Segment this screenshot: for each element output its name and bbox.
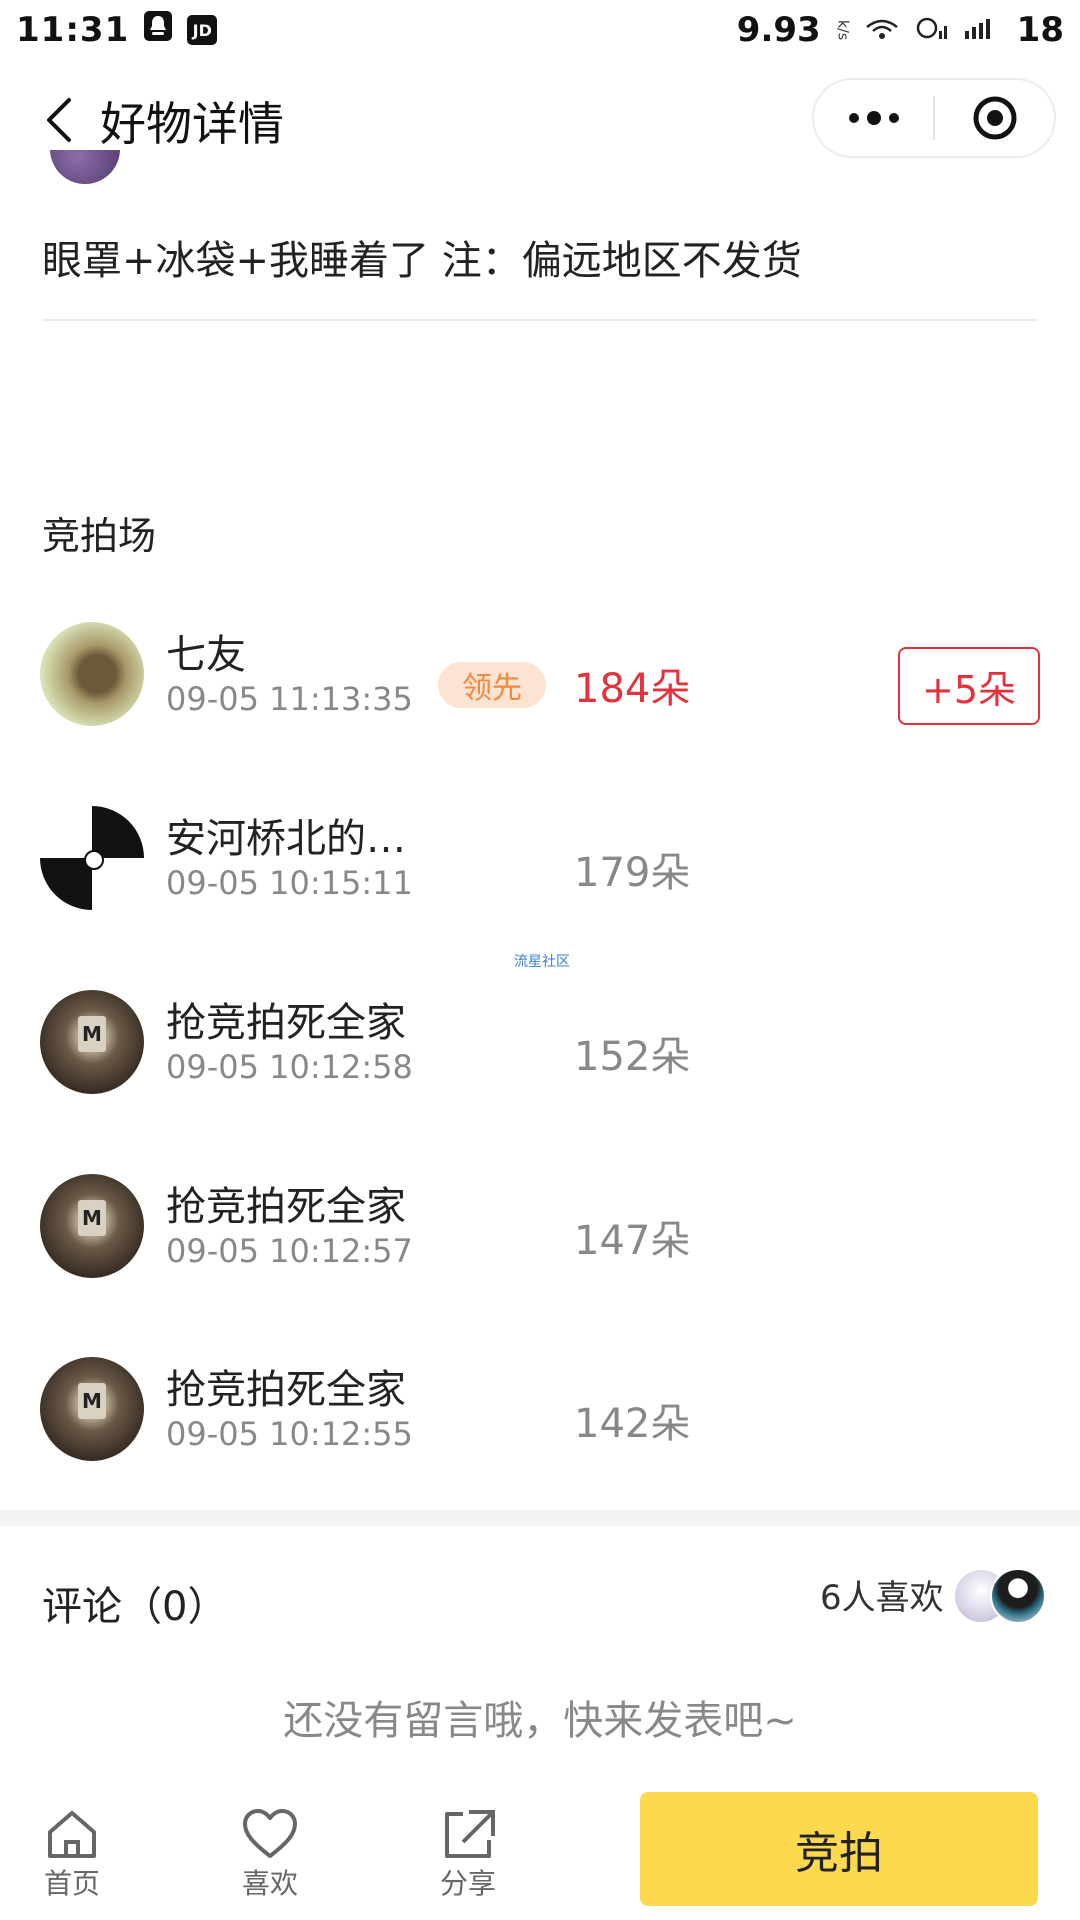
bid-amount: 142朵 (574, 1401, 691, 1447)
target-icon (973, 96, 1016, 140)
bidder-name: 七友 (166, 632, 246, 678)
chevron-left-icon (47, 98, 71, 142)
seller-avatar (50, 150, 120, 184)
status-bar-left: 11:31 JD (16, 10, 218, 51)
lead-badge: 领先 (438, 662, 546, 708)
tab-like-label: 喜欢 (241, 1867, 298, 1900)
liker-avatar[interactable] (990, 1568, 1046, 1624)
product-description: 眼罩+冰袋+我睡着了 注：偏远地区不发货 (42, 238, 802, 284)
wifi-icon (865, 10, 899, 50)
avatar[interactable] (40, 806, 144, 910)
avatar[interactable] (40, 1357, 144, 1461)
miniprogram-capsule (812, 78, 1056, 158)
bidder-name: 抢竞拍死全家 (166, 1184, 406, 1230)
battery-level: 18 (1016, 10, 1064, 50)
comments-title: 评论（0） (42, 1584, 228, 1630)
divider (42, 319, 1038, 321)
bid-amount: 152朵 (574, 1034, 691, 1080)
more-icon (848, 111, 899, 125)
bottom-tab-bar: 首页 喜欢 分享 竞拍 (0, 1790, 1080, 1920)
bid-row: 抢竞拍死全家 09-05 10:12:55 142朵 (0, 1357, 1080, 1467)
tab-home-label: 首页 (43, 1867, 100, 1900)
status-bar: 11:31 JD 9.93 k/s 18 (0, 0, 1080, 60)
bid-time: 09-05 10:12:57 (166, 1232, 413, 1270)
avatar[interactable] (40, 622, 144, 726)
tab-share[interactable]: 分享 (408, 1808, 528, 1908)
back-button[interactable] (30, 92, 86, 148)
watermark: 流星社区 (514, 954, 570, 970)
bid-amount: 179朵 (574, 850, 691, 896)
tab-share-label: 分享 (439, 1867, 496, 1900)
alarm-signal-icon (913, 10, 949, 50)
empty-comments-message: 还没有留言哦，快来发表吧~ (283, 1698, 797, 1744)
bid-button[interactable]: 竞拍 (640, 1792, 1038, 1906)
nav-bar: 好物详情 (0, 70, 1080, 170)
home-icon (48, 1811, 96, 1858)
bid-amount: 147朵 (574, 1218, 691, 1264)
auction-section-title: 竞拍场 (42, 514, 157, 558)
network-speed: 9.93 (736, 10, 821, 50)
bidder-name: 安河桥北的… (166, 816, 406, 862)
bidder-name: 抢竞拍死全家 (166, 1000, 406, 1046)
share-icon (445, 1810, 495, 1858)
network-speed-unit: k/s (834, 19, 851, 41)
avatar[interactable] (40, 990, 144, 1094)
more-button[interactable] (814, 80, 933, 156)
heart-icon (243, 1809, 297, 1858)
bidder-name: 抢竞拍死全家 (166, 1367, 406, 1413)
bid-time: 09-05 10:12:58 (166, 1048, 413, 1086)
status-time: 11:31 (16, 10, 130, 50)
qq-icon (143, 10, 173, 51)
bid-amount: 184朵 (574, 666, 691, 712)
likes-count[interactable]: 6人喜欢 (820, 1570, 944, 1619)
avatar[interactable] (40, 1174, 144, 1278)
bid-row: 安河桥北的… 09-05 10:15:11 179朵 (0, 806, 1080, 916)
tab-like[interactable]: 喜欢 (210, 1808, 330, 1908)
tab-home[interactable]: 首页 (12, 1808, 132, 1908)
signal-icon (963, 10, 1003, 50)
bid-time: 09-05 10:12:55 (166, 1415, 413, 1453)
bid-time: 09-05 11:13:35 (166, 680, 413, 718)
bid-row: 抢竞拍死全家 09-05 10:12:57 147朵 (0, 1174, 1080, 1284)
raise-bid-button[interactable]: +5朵 (898, 647, 1040, 725)
page-title: 好物详情 (100, 97, 284, 151)
bid-row: 抢竞拍死全家 09-05 10:12:58 152朵 (0, 990, 1080, 1100)
bid-time: 09-05 10:15:11 (166, 864, 413, 902)
bid-row: 七友 09-05 11:13:35 领先 184朵 +5朵 (0, 622, 1080, 732)
status-bar-right: 9.93 k/s 18 (737, 10, 1064, 50)
jd-icon: JD (187, 15, 218, 45)
close-miniprogram-button[interactable] (935, 80, 1054, 156)
section-separator (0, 1510, 1080, 1526)
